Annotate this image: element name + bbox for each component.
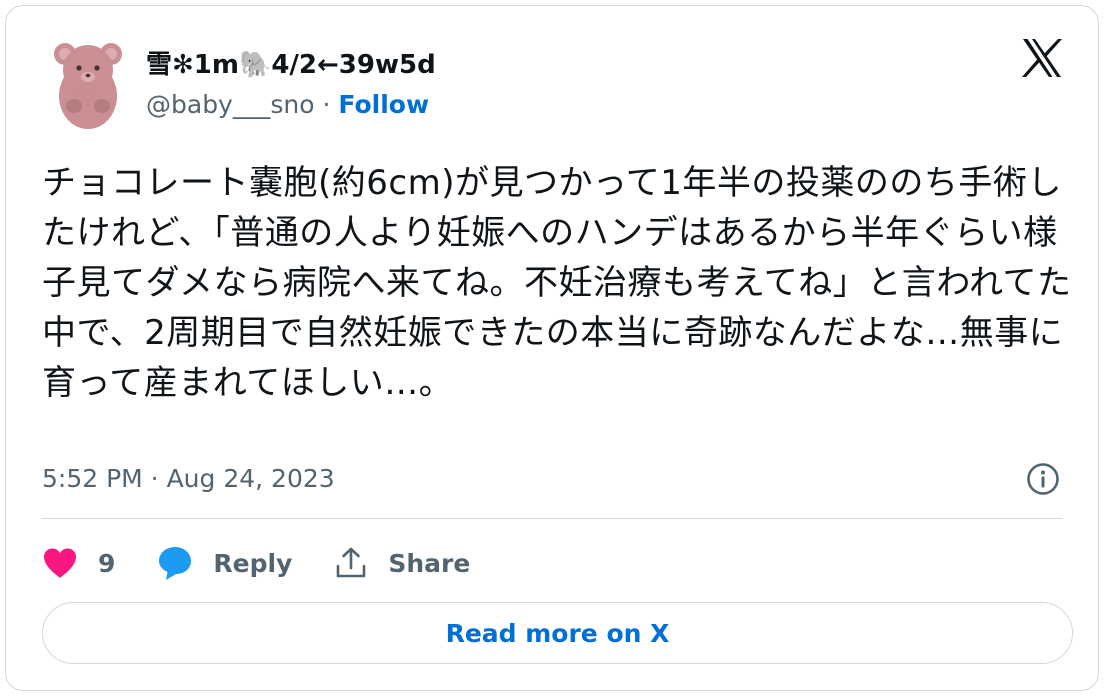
action-bar: 9 Reply Share bbox=[42, 538, 512, 588]
reply-button[interactable]: Reply bbox=[157, 545, 292, 581]
share-upload-icon bbox=[337, 547, 366, 578]
like-count: 9 bbox=[98, 548, 116, 578]
x-logo-icon[interactable] bbox=[1020, 36, 1064, 80]
follow-button[interactable]: Follow bbox=[338, 90, 429, 119]
author-handle[interactable]: @baby___sno bbox=[146, 90, 315, 119]
tweet-timestamp[interactable]: 5:52 PM · Aug 24, 2023 bbox=[42, 464, 335, 493]
read-more-button[interactable]: Read more on X bbox=[42, 602, 1073, 664]
heart-icon bbox=[44, 548, 76, 578]
reply-bubble-icon bbox=[159, 547, 192, 580]
like-button[interactable]: 9 bbox=[42, 547, 115, 579]
tweet-card: 雪✻1m🐘4/2←39w5d @baby___sno · Follow チョコレ… bbox=[5, 5, 1099, 691]
share-button[interactable]: Share bbox=[334, 546, 470, 580]
share-label: Share bbox=[388, 548, 471, 578]
info-icon[interactable] bbox=[1026, 462, 1060, 496]
avatar[interactable] bbox=[50, 38, 126, 130]
tweet-text: チョコレート嚢胞(約6cm)が見つかって1年半の投薬ののち手術したけれど、「普通… bbox=[42, 163, 1072, 403]
author-handle-row: @baby___sno · Follow bbox=[146, 90, 429, 119]
author-display-name[interactable]: 雪✻1m🐘4/2←39w5d bbox=[146, 44, 436, 81]
reply-label: Reply bbox=[213, 548, 293, 578]
divider bbox=[42, 518, 1062, 519]
bear-avatar-icon bbox=[54, 43, 122, 129]
separator-dot: · bbox=[322, 90, 331, 119]
